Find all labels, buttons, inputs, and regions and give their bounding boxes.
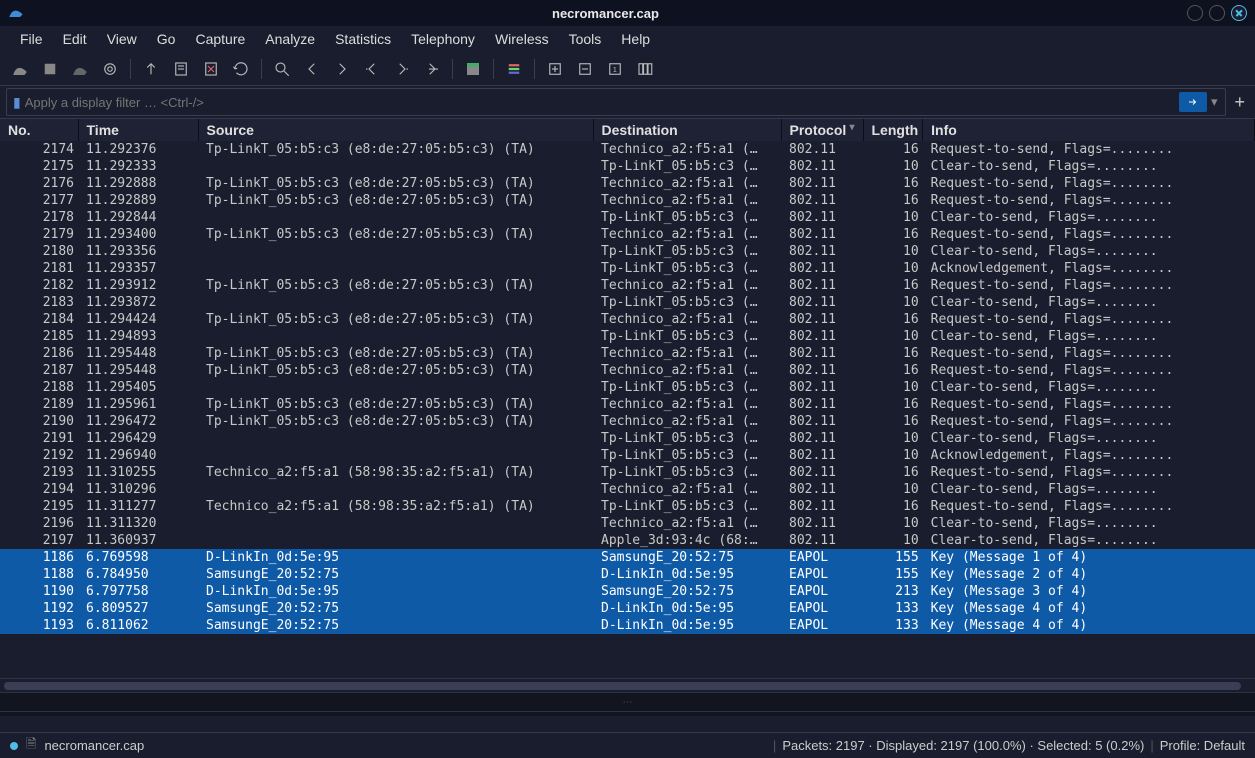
menu-tools[interactable]: Tools	[559, 29, 612, 49]
packet-row[interactable]: 11886.784950SamsungE_20:52:75D-LinkIn_0d…	[0, 566, 1255, 583]
packet-row[interactable]: 217511.292333Tp-LinkT_05:b5:c3 (…802.111…	[0, 158, 1255, 175]
window-controls	[1187, 5, 1247, 21]
packet-row[interactable]: 217911.293400Tp-LinkT_05:b5:c3 (e8:de:27…	[0, 226, 1255, 243]
statusbar: 🗎 necromancer.cap | Packets: 2197 · Disp…	[0, 732, 1255, 758]
capture-file-properties-icon[interactable]: 🗎	[26, 735, 36, 757]
packet-row[interactable]: 219711.360937Apple_3d:93:4c (68:…802.111…	[0, 532, 1255, 549]
status-profile[interactable]: Profile: Default	[1160, 738, 1245, 753]
zoom-actual-icon[interactable]: 1	[601, 55, 629, 83]
menu-file[interactable]: File	[10, 29, 53, 49]
packet-row[interactable]: 219311.310255Technico_a2:f5:a1 (58:98:35…	[0, 464, 1255, 481]
find-packet-icon[interactable]	[268, 55, 296, 83]
window-title: necromancer.cap	[24, 6, 1187, 21]
menu-wireless[interactable]: Wireless	[485, 29, 559, 49]
go-forward-icon[interactable]	[328, 55, 356, 83]
menu-analyze[interactable]: Analyze	[255, 29, 325, 49]
start-capture-icon[interactable]	[6, 55, 34, 83]
packet-row[interactable]: 217811.292844Tp-LinkT_05:b5:c3 (…802.111…	[0, 209, 1255, 226]
resize-columns-icon[interactable]	[631, 55, 659, 83]
packet-row[interactable]: 219011.296472Tp-LinkT_05:b5:c3 (e8:de:27…	[0, 413, 1255, 430]
col-header-length[interactable]: Length	[863, 119, 923, 141]
col-header-info[interactable]: Info	[923, 119, 1255, 141]
go-last-icon[interactable]	[418, 55, 446, 83]
expert-info-icon[interactable]	[10, 742, 18, 750]
filter-apply-button[interactable]	[1179, 92, 1207, 112]
menubar: File Edit View Go Capture Analyze Statis…	[0, 26, 1255, 52]
menu-help[interactable]: Help	[611, 29, 660, 49]
close-button[interactable]	[1231, 5, 1247, 21]
toolbar: 1	[0, 52, 1255, 86]
restart-capture-icon[interactable]	[66, 55, 94, 83]
col-header-time[interactable]: Time	[78, 119, 198, 141]
svg-text:1: 1	[613, 65, 617, 74]
packet-row[interactable]: 11926.809527SamsungE_20:52:75D-LinkIn_0d…	[0, 600, 1255, 617]
close-file-icon[interactable]	[197, 55, 225, 83]
app-icon	[8, 5, 24, 21]
packet-row[interactable]: 218911.295961Tp-LinkT_05:b5:c3 (e8:de:27…	[0, 396, 1255, 413]
display-filter-input[interactable]: ▮ ▾	[6, 88, 1226, 116]
titlebar: necromancer.cap	[0, 0, 1255, 26]
packet-row[interactable]: 218111.293357Tp-LinkT_05:b5:c3 (…802.111…	[0, 260, 1255, 277]
maximize-button[interactable]	[1209, 5, 1225, 21]
packet-row[interactable]: 11866.769598D-LinkIn_0d:5e:95SamsungE_20…	[0, 549, 1255, 566]
sort-indicator-icon: ▾	[849, 122, 854, 133]
go-back-icon[interactable]	[298, 55, 326, 83]
zoom-out-icon[interactable]	[571, 55, 599, 83]
horizontal-scrollbar[interactable]	[0, 678, 1255, 692]
pane-splitter[interactable]: ⋯	[0, 692, 1255, 712]
packet-list[interactable]: No. Time Source Destination Protocol▾ Le…	[0, 118, 1255, 678]
packet-row[interactable]: 11936.811062SamsungE_20:52:75D-LinkIn_0d…	[0, 617, 1255, 634]
packet-row[interactable]: 219411.310296Technico_a2:f5:a1 (…802.111…	[0, 481, 1255, 498]
packet-row[interactable]: 218311.293872Tp-LinkT_05:b5:c3 (…802.111…	[0, 294, 1255, 311]
zoom-in-icon[interactable]	[541, 55, 569, 83]
colorize-icon[interactable]	[500, 55, 528, 83]
go-first-icon[interactable]	[388, 55, 416, 83]
bookmark-icon[interactable]: ▮	[13, 94, 21, 111]
packet-row[interactable]: 218011.293356Tp-LinkT_05:b5:c3 (…802.111…	[0, 243, 1255, 260]
menu-capture[interactable]: Capture	[185, 29, 255, 49]
packet-row[interactable]: 218511.294893Tp-LinkT_05:b5:c3 (…802.111…	[0, 328, 1255, 345]
open-file-icon[interactable]	[137, 55, 165, 83]
packet-row[interactable]: 11906.797758D-LinkIn_0d:5e:95SamsungE_20…	[0, 583, 1255, 600]
packet-row[interactable]: 218411.294424Tp-LinkT_05:b5:c3 (e8:de:27…	[0, 311, 1255, 328]
packet-row[interactable]: 219211.296940Tp-LinkT_05:b5:c3 (…802.111…	[0, 447, 1255, 464]
col-header-no[interactable]: No.	[0, 119, 78, 141]
packet-row[interactable]: 218211.293912Tp-LinkT_05:b5:c3 (e8:de:27…	[0, 277, 1255, 294]
minimize-button[interactable]	[1187, 5, 1203, 21]
reload-icon[interactable]	[227, 55, 255, 83]
menu-go[interactable]: Go	[147, 29, 186, 49]
packet-row[interactable]: 219611.311320Technico_a2:f5:a1 (…802.111…	[0, 515, 1255, 532]
save-file-icon[interactable]	[167, 55, 195, 83]
capture-options-icon[interactable]	[96, 55, 124, 83]
packet-row[interactable]: 219111.296429Tp-LinkT_05:b5:c3 (…802.111…	[0, 430, 1255, 447]
menu-edit[interactable]: Edit	[53, 29, 97, 49]
col-header-protocol[interactable]: Protocol▾	[781, 119, 863, 141]
packet-row[interactable]: 217711.292889Tp-LinkT_05:b5:c3 (e8:de:27…	[0, 192, 1255, 209]
packet-row[interactable]: 218711.295448Tp-LinkT_05:b5:c3 (e8:de:27…	[0, 362, 1255, 379]
filter-bar: ▮ ▾ +	[0, 86, 1255, 118]
menu-telephony[interactable]: Telephony	[401, 29, 485, 49]
col-header-source[interactable]: Source	[198, 119, 593, 141]
menu-statistics[interactable]: Statistics	[325, 29, 401, 49]
table-header-row: No. Time Source Destination Protocol▾ Le…	[0, 119, 1255, 141]
go-to-packet-icon[interactable]	[358, 55, 386, 83]
status-packets: Packets: 2197 · Displayed: 2197 (100.0%)…	[782, 738, 1144, 753]
packet-row[interactable]: 218811.295405Tp-LinkT_05:b5:c3 (…802.111…	[0, 379, 1255, 396]
packet-row[interactable]: 219511.311277Technico_a2:f5:a1 (58:98:35…	[0, 498, 1255, 515]
filter-text-field[interactable]	[25, 95, 1175, 110]
filter-add-button[interactable]: +	[1230, 92, 1249, 113]
filter-dropdown-icon[interactable]: ▾	[1209, 94, 1220, 110]
packet-row[interactable]: 217611.292888Tp-LinkT_05:b5:c3 (e8:de:27…	[0, 175, 1255, 192]
status-file: necromancer.cap	[44, 738, 144, 753]
packet-row[interactable]: 217411.292376Tp-LinkT_05:b5:c3 (e8:de:27…	[0, 141, 1255, 158]
packet-row[interactable]: 218611.295448Tp-LinkT_05:b5:c3 (e8:de:27…	[0, 345, 1255, 362]
menu-view[interactable]: View	[97, 29, 147, 49]
auto-scroll-icon[interactable]	[459, 55, 487, 83]
col-header-destination[interactable]: Destination	[593, 119, 781, 141]
stop-capture-icon[interactable]	[36, 55, 64, 83]
